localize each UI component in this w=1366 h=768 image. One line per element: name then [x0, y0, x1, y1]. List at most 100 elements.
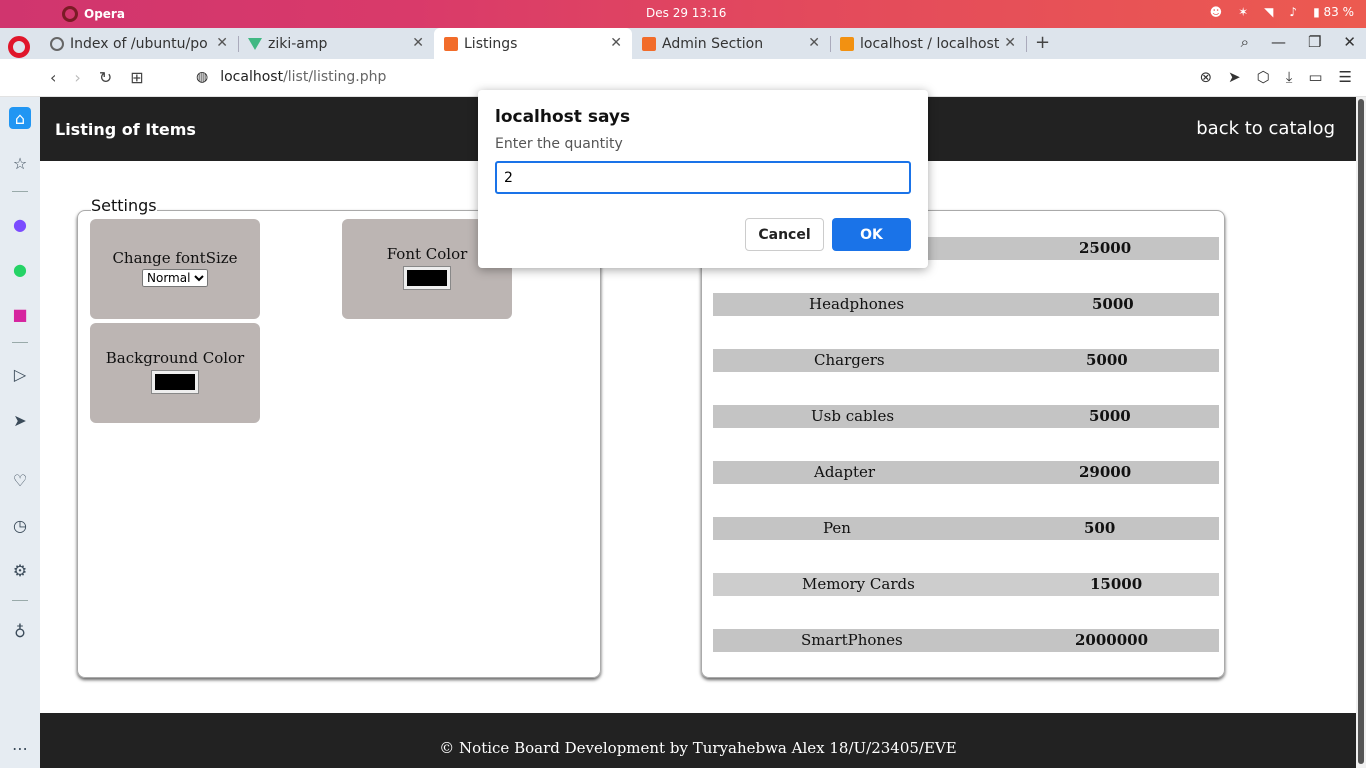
wifi-icon[interactable]: ◥ — [1264, 5, 1273, 19]
sidebar-divider — [12, 342, 28, 343]
item-name: Adapter — [814, 463, 876, 481]
items-list-panel: 25000 Headphones 5000 Chargers 5000 Usb … — [701, 210, 1225, 678]
url-path: /list/listing.php — [283, 69, 387, 85]
opera-menu-icon[interactable] — [8, 36, 30, 58]
list-item[interactable]: SmartPhones 2000000 — [713, 629, 1219, 652]
footer-text: © Notice Board Development by Turyahebwa… — [439, 739, 957, 757]
tab-ziki-amp[interactable]: ziki-amp ✕ — [238, 28, 434, 59]
tab-phpmyadmin[interactable]: localhost / localhost ✕ — [830, 28, 1026, 59]
page-brand[interactable]: Listing of Items — [55, 120, 196, 139]
tab-admin-section[interactable]: Admin Section ✕ — [632, 28, 830, 59]
tab-title: localhost / localhost — [860, 35, 1000, 52]
flow-send-icon[interactable]: ➤ — [9, 409, 31, 431]
back-arrow-icon[interactable]: ‹ — [50, 68, 56, 87]
xampp-favicon-icon — [642, 36, 656, 51]
font-color-picker[interactable] — [403, 266, 451, 290]
font-size-select[interactable]: Normal — [142, 269, 208, 287]
send-icon[interactable]: ➤ — [1228, 68, 1241, 86]
url-field[interactable]: ◍ localhost/list/listing.php — [196, 69, 386, 85]
list-item[interactable]: Adapter 29000 — [713, 461, 1219, 484]
opera-app-icon — [62, 6, 78, 22]
phpmyadmin-favicon-icon — [840, 36, 854, 51]
opera-sidebar: ⌂ ☆ ● ● ■ ▷ ➤ ♡ ◷ ⚙ ♁ ⋯ — [0, 97, 40, 768]
speed-dial-grid-icon[interactable]: ⊞ — [130, 68, 143, 87]
search-tabs-icon[interactable]: ⌕ — [1241, 33, 1249, 51]
prompt-dialog: localhost says Enter the quantity Cancel… — [478, 90, 928, 268]
back-to-catalog-link[interactable]: back to catalog — [1196, 118, 1335, 139]
tab-divider — [1026, 36, 1027, 52]
restore-window-icon[interactable]: ❐ — [1308, 33, 1321, 51]
background-color-picker[interactable] — [151, 370, 199, 394]
close-tab-icon[interactable]: ✕ — [610, 35, 622, 51]
forward-arrow-icon[interactable]: › — [74, 68, 80, 87]
sidebar-divider — [12, 191, 28, 192]
close-tab-icon[interactable]: ✕ — [1004, 35, 1016, 51]
clock[interactable]: Des 29 13:16 — [646, 6, 726, 20]
close-tab-icon[interactable]: ✕ — [216, 35, 228, 51]
user-status-icon[interactable]: ☻ — [1210, 5, 1223, 19]
font-size-box: Change fontSize Normal — [90, 219, 260, 319]
tab-listings[interactable]: Listings ✕ — [434, 28, 632, 59]
favorites-heart-icon[interactable]: ♡ — [9, 469, 31, 491]
battery-indicator[interactable]: ▮ 83 % — [1313, 5, 1354, 19]
tips-lightbulb-icon[interactable]: ♁ — [9, 620, 31, 642]
instagram-icon[interactable]: ■ — [9, 303, 31, 325]
tab-index-of-ubuntu[interactable]: Index of /ubuntu/po ✕ — [40, 28, 238, 59]
page-footer: © Notice Board Development by Turyahebwa… — [40, 713, 1356, 768]
new-tab-plus-icon[interactable]: + — [1035, 32, 1050, 53]
volume-icon[interactable]: ♪ — [1289, 5, 1297, 19]
item-name: Usb cables — [811, 407, 895, 425]
active-app-name: Opera — [84, 7, 125, 21]
active-app[interactable]: Opera — [62, 6, 125, 22]
close-window-icon[interactable]: ✕ — [1343, 33, 1356, 51]
adblock-icon[interactable]: ⊗ — [1199, 68, 1212, 86]
item-price: 29000 — [1079, 463, 1132, 481]
os-top-bar: Opera Des 29 13:16 ☻ ✶ ◥ ♪ ▮ 83 % — [0, 0, 1366, 28]
vue-favicon-icon — [248, 37, 262, 50]
home-icon[interactable]: ⌂ — [9, 107, 31, 129]
list-item[interactable]: Chargers 5000 — [713, 349, 1219, 372]
font-color-swatch — [407, 270, 447, 286]
bookmarks-star-icon[interactable]: ☆ — [9, 152, 31, 174]
close-tab-icon[interactable]: ✕ — [412, 35, 424, 51]
close-tab-icon[interactable]: ✕ — [808, 35, 820, 51]
item-price: 5000 — [1089, 407, 1131, 425]
minimize-window-icon[interactable]: — — [1271, 33, 1286, 51]
downloads-icon[interactable]: ⤓ — [1286, 68, 1293, 86]
list-item[interactable]: Pen 500 — [713, 517, 1219, 540]
item-price: 25000 — [1079, 239, 1132, 257]
tab-strip: Index of /ubuntu/po ✕ ziki-amp ✕ Listing… — [0, 28, 1366, 59]
extensions-cube-icon[interactable]: ⬡ — [1257, 68, 1270, 86]
item-name: Memory Cards — [802, 575, 915, 593]
history-clock-icon[interactable]: ◷ — [9, 514, 31, 536]
whatsapp-icon[interactable]: ● — [9, 258, 31, 280]
list-item[interactable]: Usb cables 5000 — [713, 405, 1219, 428]
player-icon[interactable]: ▷ — [9, 363, 31, 385]
item-name: SmartPhones — [801, 631, 903, 649]
page-scrollbar[interactable] — [1356, 97, 1366, 768]
list-item[interactable]: Headphones 5000 — [713, 293, 1219, 316]
cancel-button[interactable]: Cancel — [745, 218, 824, 251]
quantity-input[interactable] — [495, 161, 911, 194]
more-options-icon[interactable]: ⋯ — [9, 737, 31, 759]
tab-title: ziki-amp — [268, 35, 328, 52]
background-color-swatch — [155, 374, 195, 390]
sidebar-divider — [12, 600, 28, 601]
list-item[interactable]: Memory Cards 15000 — [713, 573, 1219, 596]
reload-icon[interactable]: ↻ — [99, 68, 112, 87]
site-info-globe-icon[interactable]: ◍ — [196, 69, 208, 85]
item-name: Pen — [823, 519, 851, 537]
background-color-label: Background Color — [105, 349, 245, 367]
tab-title: Index of /ubuntu/po — [70, 35, 208, 52]
scrollbar-thumb[interactable] — [1358, 99, 1364, 764]
settings-gear-icon[interactable]: ⚙ — [9, 559, 31, 581]
battery-saver-icon[interactable]: ▭ — [1308, 68, 1322, 86]
messenger-icon[interactable]: ● — [9, 213, 31, 235]
accessibility-icon[interactable]: ✶ — [1238, 5, 1248, 19]
easy-setup-icon[interactable]: ☰ — [1339, 68, 1352, 86]
xampp-favicon-icon — [444, 36, 458, 51]
ok-button[interactable]: OK — [832, 218, 911, 251]
tab-title: Listings — [464, 35, 518, 52]
url-host: localhost — [220, 69, 284, 85]
settings-panel: Change fontSize Normal Font Color Backgr… — [77, 210, 601, 678]
